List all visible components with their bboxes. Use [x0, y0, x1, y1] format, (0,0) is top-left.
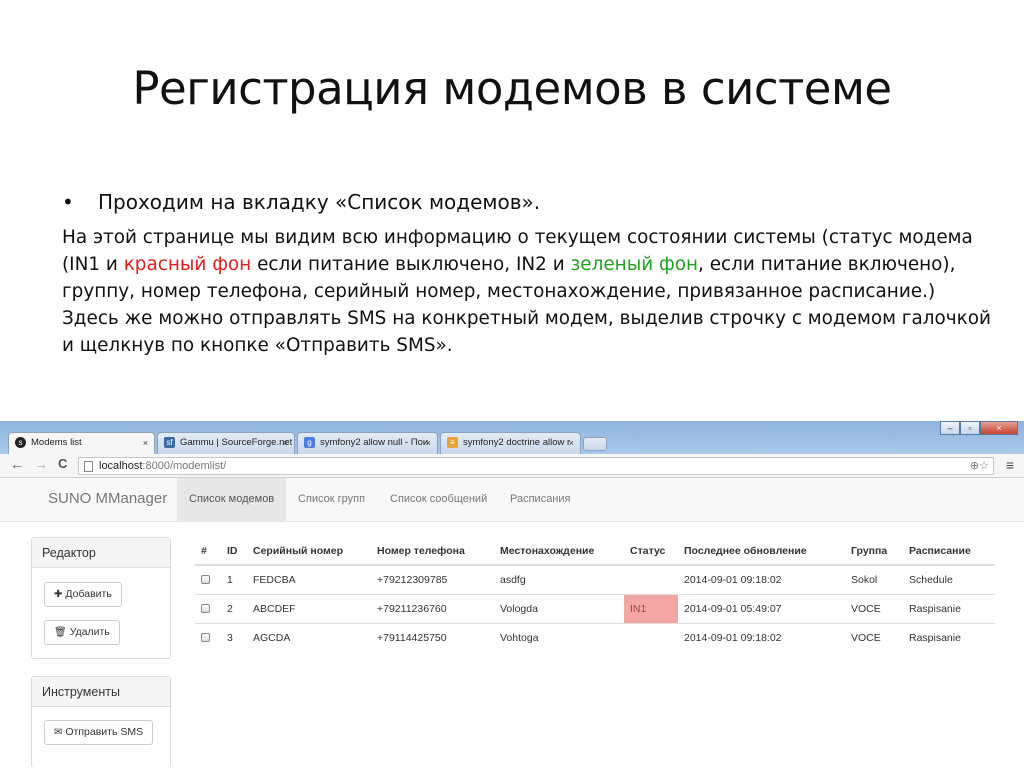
- cell-serial: AGCDA: [247, 622, 371, 652]
- send-sms-button[interactable]: ✉ Отправить SMS: [44, 720, 154, 745]
- cell-phone: +79114425750: [371, 622, 494, 652]
- address-host: localhost: [99, 460, 143, 472]
- cell-updated: 2014-09-01 09:18:02: [678, 564, 845, 594]
- slide-bullet: • Проходим на вкладку «Список модемов».: [62, 190, 540, 214]
- address-path: :8000/modemlist/: [142, 460, 227, 472]
- col-header: Расписание: [903, 538, 995, 566]
- table-row[interactable]: 1 FEDCBA +79212309785 asdfg 2014-09-01 0…: [195, 564, 995, 594]
- page-icon: [84, 461, 93, 472]
- tab-modems-list[interactable]: s Modems list ×: [8, 432, 155, 455]
- nav-messages-list[interactable]: Список сообщений: [378, 478, 499, 521]
- new-tab-button[interactable]: [583, 437, 607, 451]
- col-header: Статус: [624, 538, 678, 566]
- nav-groups-list[interactable]: Список групп: [286, 478, 377, 521]
- cell-schedule: Raspisanie: [903, 593, 995, 623]
- cell-serial: ABCDEF: [247, 593, 371, 623]
- cell-schedule: Raspisanie: [903, 622, 995, 652]
- col-header: Номер телефона: [371, 538, 494, 566]
- address-bar[interactable]: localhost:8000/modemlist/ ⊕☆: [78, 457, 994, 475]
- zoom-star-icon[interactable]: ⊕☆: [970, 458, 989, 474]
- row-checkbox[interactable]: [201, 633, 210, 643]
- table-header-row: # ID Серийный номер Номер телефона Место…: [195, 538, 995, 566]
- tab-close-icon[interactable]: ×: [143, 433, 148, 453]
- minimize-button[interactable]: –: [940, 421, 960, 435]
- cell-location: asdfg: [494, 564, 624, 594]
- forward-icon[interactable]: →: [34, 456, 48, 472]
- maximize-button[interactable]: ▫: [960, 421, 980, 435]
- menu-icon[interactable]: ≡: [1006, 457, 1014, 473]
- row-checkbox[interactable]: [201, 575, 210, 585]
- cell-updated: 2014-09-01 09:18:02: [678, 622, 845, 652]
- close-window-button[interactable]: ×: [980, 421, 1018, 435]
- cell-schedule: Schedule: [903, 564, 995, 594]
- google-icon: g: [304, 437, 315, 448]
- col-header: Местонахождение: [494, 538, 624, 566]
- tab-close-icon[interactable]: ×: [283, 433, 288, 453]
- cell-id: 3: [221, 622, 247, 652]
- modems-table: # ID Серийный номер Номер телефона Место…: [195, 538, 995, 652]
- cell-group: VOCE: [845, 593, 903, 623]
- row-checkbox[interactable]: [201, 604, 210, 614]
- tab-gammu[interactable]: sf Gammu | SourceForge.net ×: [157, 432, 295, 454]
- browser-toolbar: ← → C localhost:8000/modemlist/ ⊕☆ ≡: [0, 454, 1024, 478]
- plus-icon: ✚: [54, 589, 63, 600]
- add-button-label: Добавить: [65, 588, 112, 600]
- cell-location: Vohtoga: [494, 622, 624, 652]
- stackoverflow-icon: ≡: [447, 437, 458, 448]
- col-header: Группа: [845, 538, 903, 566]
- tab-bar: – ▫ × s Modems list × sf Gammu | SourceF…: [0, 421, 1024, 455]
- body-red-text: красный фон: [123, 254, 252, 275]
- nav-modems-list[interactable]: Список модемов: [177, 478, 287, 521]
- tab-label: Gammu | SourceForge.net: [180, 437, 293, 448]
- col-header: Серийный номер: [247, 538, 371, 566]
- slide-body: На этой странице мы видим всю информацию…: [62, 224, 992, 359]
- table-row[interactable]: 2 ABCDEF +79211236760 Vologda IN1 2014-0…: [195, 593, 995, 623]
- slide-title: Регистрация модемов в системе: [132, 62, 892, 115]
- cell-id: 1: [221, 564, 247, 594]
- cell-status: IN1: [624, 593, 678, 623]
- back-icon[interactable]: ←: [10, 456, 24, 472]
- window-controls: – ▫ ×: [940, 421, 1018, 435]
- trash-icon: 🗑: [54, 627, 67, 638]
- brand[interactable]: SUNO MManager: [48, 490, 167, 507]
- table-row[interactable]: 3 AGCDA +79114425750 Vohtoga 2014-09-01 …: [195, 622, 995, 652]
- cell-phone: +79211236760: [371, 593, 494, 623]
- delete-button-label: Удалить: [69, 626, 110, 638]
- cell-status: [624, 564, 678, 594]
- cell-updated: 2014-09-01 05:49:07: [678, 593, 845, 623]
- cell-status: [624, 622, 678, 652]
- bullet-text: Проходим на вкладку «Список модемов».: [98, 190, 541, 214]
- tab-close-icon[interactable]: ×: [426, 433, 431, 453]
- cell-location: Vologda: [494, 593, 624, 623]
- reload-icon[interactable]: C: [58, 456, 67, 471]
- body-text-2: если питание выключено, IN2 и: [251, 254, 571, 275]
- nav-schedules[interactable]: Расписания: [498, 478, 582, 521]
- tab-symfony-doctrine[interactable]: ≡ symfony2 doctrine allow r ×: [440, 432, 581, 454]
- cell-serial: FEDCBA: [247, 564, 371, 594]
- tab-symfony-null[interactable]: g symfony2 allow null - Пои ×: [297, 432, 438, 454]
- tab-close-icon[interactable]: ×: [569, 433, 574, 453]
- col-header: Последнее обновление: [678, 538, 845, 566]
- editor-panel-title: Редактор: [32, 538, 170, 568]
- col-header: #: [195, 538, 221, 566]
- tab-label: symfony2 doctrine allow r: [463, 437, 571, 448]
- cell-phone: +79212309785: [371, 564, 494, 594]
- cell-group: VOCE: [845, 622, 903, 652]
- tab-label: symfony2 allow null - Пои: [320, 437, 429, 448]
- delete-button[interactable]: 🗑 Удалить: [44, 620, 120, 645]
- add-button[interactable]: ✚ Добавить: [44, 582, 122, 607]
- envelope-icon: ✉: [54, 727, 63, 738]
- app-navbar: SUNO MManager Список модемов Список груп…: [0, 478, 1024, 522]
- symfony-icon: s: [15, 437, 26, 448]
- col-header: ID: [221, 538, 247, 566]
- cell-id: 2: [221, 593, 247, 623]
- tools-panel-title: Инструменты: [32, 677, 170, 707]
- bullet-dot: •: [62, 190, 74, 214]
- sourceforge-icon: sf: [164, 437, 175, 448]
- send-sms-label: Отправить SMS: [65, 726, 144, 738]
- cell-group: Sokol: [845, 564, 903, 594]
- body-green-text: зеленый фон: [570, 254, 699, 275]
- tab-label: Modems list: [31, 437, 82, 448]
